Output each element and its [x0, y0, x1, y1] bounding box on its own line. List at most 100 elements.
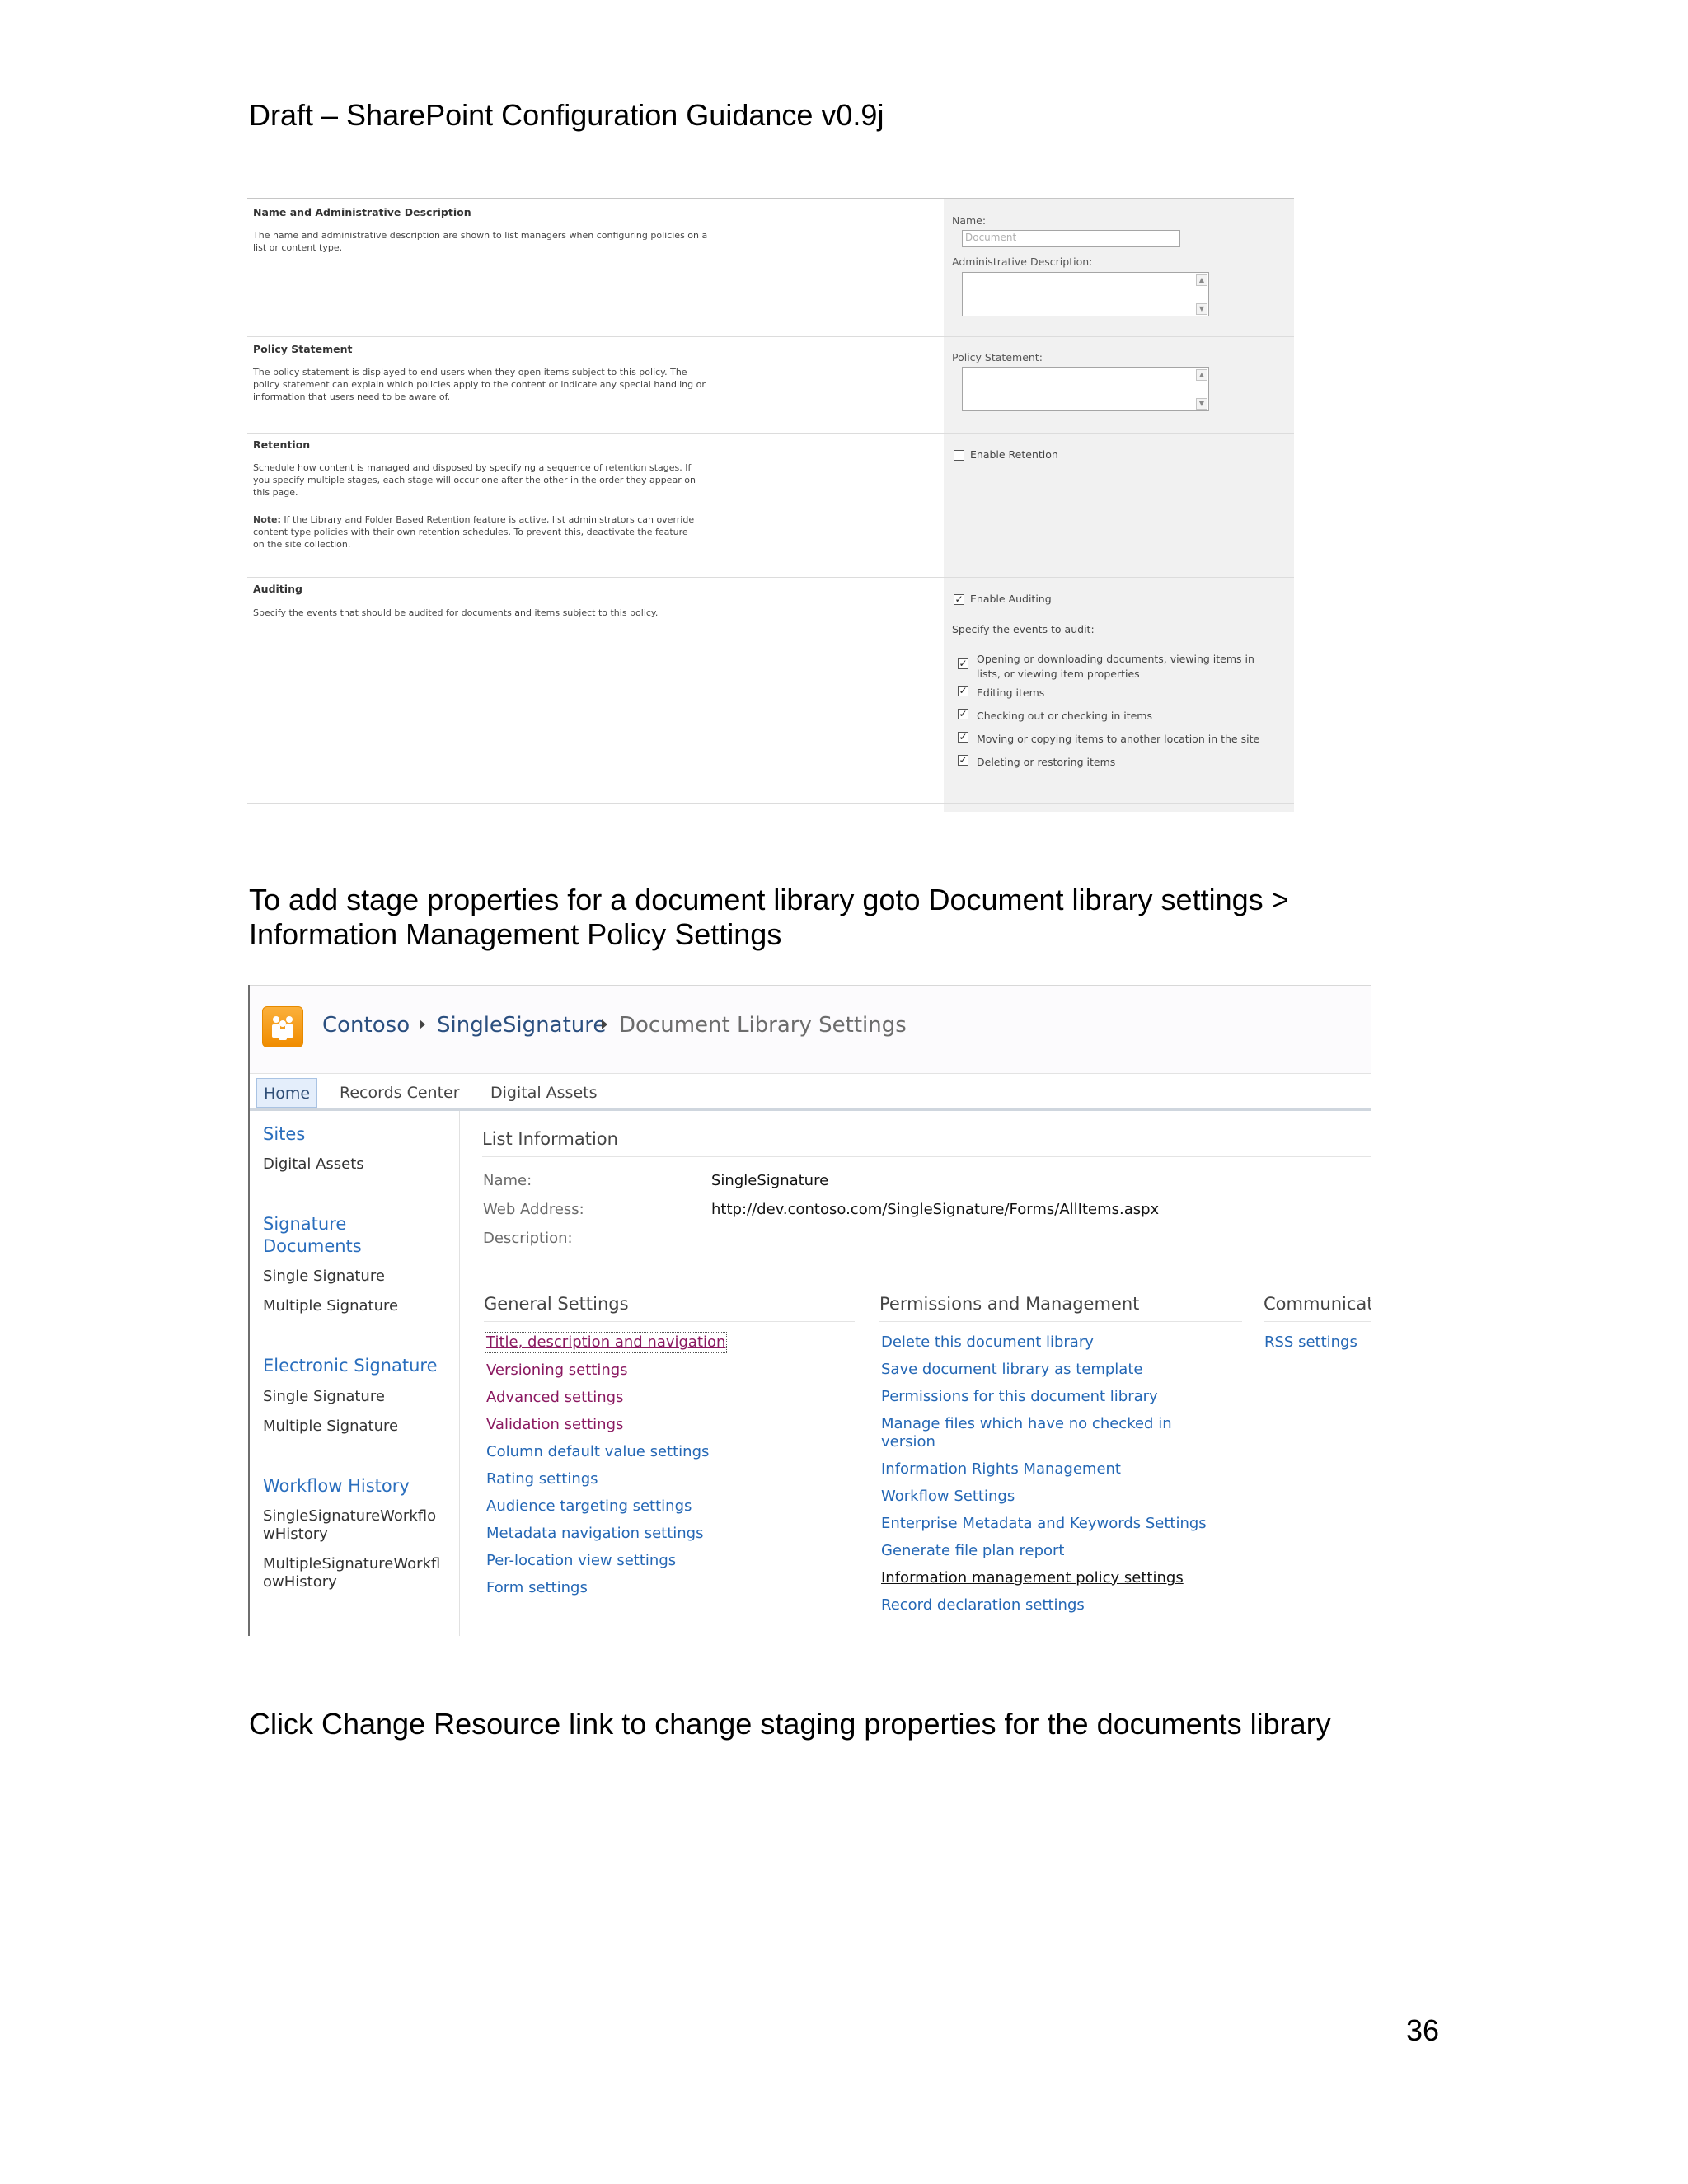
breadcrumb-arrow-icon	[602, 1019, 607, 1029]
page-number: 36	[1406, 2013, 1440, 2047]
nav-item-single-workflow-history-1[interactable]: SingleSignatureWorkflo	[263, 1507, 452, 1526]
link-save-as-template[interactable]: Save document library as template	[881, 1361, 1142, 1379]
general-settings-title: General Settings	[484, 1294, 629, 1314]
audit-deleting-checkbox[interactable]: ✓	[958, 755, 968, 766]
link-enterprise-metadata-keywords[interactable]: Enterprise Metadata and Keywords Setting…	[881, 1515, 1207, 1533]
breadcrumb-page: Document Library Settings	[619, 1013, 907, 1038]
admin-description-label: Administrative Description:	[952, 255, 1093, 268]
nav-head-sites[interactable]: Sites	[263, 1123, 305, 1145]
link-delete-library[interactable]: Delete this document library	[881, 1333, 1094, 1352]
link-rating-settings[interactable]: Rating settings	[486, 1470, 598, 1488]
instruction-line-1: To add stage properties for a document l…	[249, 883, 1289, 916]
link-information-management-policy-settings[interactable]: Information management policy settings	[881, 1569, 1184, 1587]
section-divider	[1264, 1321, 1371, 1322]
section-divider	[482, 1156, 1371, 1157]
link-workflow-settings[interactable]: Workflow Settings	[881, 1488, 1015, 1506]
link-rss-settings[interactable]: RSS settings	[1264, 1333, 1357, 1352]
link-metadata-navigation-settings[interactable]: Metadata navigation settings	[486, 1525, 704, 1543]
nav-item-single-signature[interactable]: Single Signature	[263, 1268, 452, 1286]
retention-note-1: Note: If the Library and Folder Based Re…	[253, 513, 715, 526]
audit-moving-checkbox[interactable]: ✓	[958, 732, 968, 743]
link-title-description-navigation[interactable]: Title, description and navigation	[484, 1332, 728, 1353]
nav-item-multiple-signature[interactable]: Multiple Signature	[263, 1418, 452, 1436]
tab-home[interactable]: Home	[256, 1078, 318, 1108]
breadcrumb-library[interactable]: SingleSignature	[437, 1013, 606, 1038]
link-validation-settings[interactable]: Validation settings	[486, 1416, 623, 1434]
section-divider	[247, 433, 1294, 434]
link-advanced-settings[interactable]: Advanced settings	[486, 1389, 623, 1407]
audit-editing-label: Editing items	[977, 687, 1045, 699]
nav-item-digital-assets[interactable]: Digital Assets	[263, 1155, 452, 1174]
people-icon	[272, 1016, 293, 1040]
policy-section-title: Policy Statement	[253, 343, 353, 355]
scroll-down-icon[interactable]: ▼	[1196, 303, 1207, 315]
web-address-label: Web Address:	[483, 1201, 584, 1218]
nav-head-signature-1[interactable]: Signature	[263, 1213, 346, 1235]
tab-digital-assets[interactable]: Digital Assets	[484, 1078, 604, 1108]
link-manage-checked-out-files-2[interactable]: version	[881, 1433, 935, 1451]
name-label: Name:	[483, 1172, 532, 1189]
retention-note-2: content type policies with their own ret…	[253, 527, 688, 537]
retention-text-1: Schedule how content is managed and disp…	[253, 462, 692, 473]
policy-statement-label: Policy Statement:	[952, 351, 1043, 363]
nav-head-electronic-signature[interactable]: Electronic Signature	[263, 1355, 438, 1376]
nav-item-single-workflow-history-2[interactable]: wHistory	[263, 1526, 452, 1544]
name-section-text-1: The name and administrative description …	[253, 230, 708, 241]
site-logo-icon[interactable]	[262, 1006, 303, 1047]
audit-editing-checkbox[interactable]: ✓	[958, 686, 968, 696]
audit-moving-label: Moving or copying items to another locat…	[977, 733, 1260, 745]
nav-head-workflow-history[interactable]: Workflow History	[263, 1475, 410, 1497]
web-address-value: http://dev.contoso.com/SingleSignature/F…	[711, 1201, 1160, 1218]
nav-item-multiple-workflow-history-1[interactable]: MultipleSignatureWorkfl	[263, 1555, 452, 1573]
description-label: Description:	[483, 1230, 573, 1247]
policy-settings-screenshot: Name and Administrative Description The …	[247, 198, 1294, 812]
link-per-location-view-settings[interactable]: Per-location view settings	[486, 1552, 676, 1570]
link-library-permissions[interactable]: Permissions for this document library	[881, 1388, 1158, 1406]
enable-retention-checkbox[interactable]	[954, 450, 964, 461]
scroll-down-icon[interactable]: ▼	[1196, 398, 1207, 410]
bottom-divider	[247, 803, 1294, 804]
list-information-title: List Information	[482, 1129, 618, 1149]
enable-auditing-label: Enable Auditing	[970, 593, 1052, 605]
auditing-text: Specify the events that should be audite…	[253, 607, 659, 618]
nav-item-single-signature[interactable]: Single Signature	[263, 1388, 452, 1406]
audit-opening-checkbox[interactable]: ✓	[958, 658, 968, 669]
audit-deleting-label: Deleting or restoring items	[977, 756, 1116, 768]
nav-item-multiple-signature[interactable]: Multiple Signature	[263, 1297, 452, 1315]
policy-section-text-1: The policy statement is displayed to end…	[253, 367, 687, 377]
left-border	[248, 985, 250, 1636]
name-input[interactable]: Document	[962, 230, 1180, 247]
nav-item-multiple-workflow-history-2[interactable]: owHistory	[263, 1573, 452, 1591]
policy-statement-textarea[interactable]: ▲ ▼	[962, 367, 1209, 411]
policy-section-text-2: policy statement can explain which polic…	[253, 379, 706, 390]
nav-divider	[250, 1108, 1371, 1111]
document-header: Draft – SharePoint Configuration Guidanc…	[249, 98, 884, 132]
breadcrumb-site[interactable]: Contoso	[322, 1013, 410, 1038]
retention-section-title: Retention	[253, 438, 311, 451]
audit-events-label: Specify the events to audit:	[952, 623, 1095, 635]
link-audience-targeting-settings[interactable]: Audience targeting settings	[486, 1497, 692, 1516]
name-value: SingleSignature	[711, 1172, 829, 1189]
auditing-section-title: Auditing	[253, 583, 302, 595]
breadcrumb-arrow-icon	[420, 1019, 425, 1029]
section-divider	[484, 1321, 855, 1322]
audit-opening-label-2: lists, or viewing item properties	[977, 668, 1140, 680]
enable-retention-label: Enable Retention	[970, 448, 1058, 461]
admin-description-textarea[interactable]: ▲ ▼	[962, 272, 1209, 316]
note-label: Note:	[253, 514, 281, 525]
link-manage-checked-out-files[interactable]: Manage files which have no checked in	[881, 1415, 1172, 1433]
enable-auditing-checkbox[interactable]: ✓	[954, 594, 964, 605]
link-column-default-value-settings[interactable]: Column default value settings	[486, 1443, 709, 1461]
link-record-declaration-settings[interactable]: Record declaration settings	[881, 1596, 1085, 1615]
link-form-settings[interactable]: Form settings	[486, 1579, 588, 1597]
scroll-up-icon[interactable]: ▲	[1196, 274, 1207, 286]
link-generate-file-plan-report[interactable]: Generate file plan report	[881, 1542, 1065, 1560]
link-information-rights-management[interactable]: Information Rights Management	[881, 1460, 1121, 1479]
audit-checkout-checkbox[interactable]: ✓	[958, 709, 968, 719]
tab-records-center[interactable]: Records Center	[333, 1078, 467, 1108]
scroll-up-icon[interactable]: ▲	[1196, 369, 1207, 381]
nav-head-signature-2[interactable]: Documents	[263, 1235, 362, 1257]
section-divider	[247, 336, 1294, 337]
link-versioning-settings[interactable]: Versioning settings	[486, 1361, 628, 1380]
section-divider	[247, 577, 1294, 578]
